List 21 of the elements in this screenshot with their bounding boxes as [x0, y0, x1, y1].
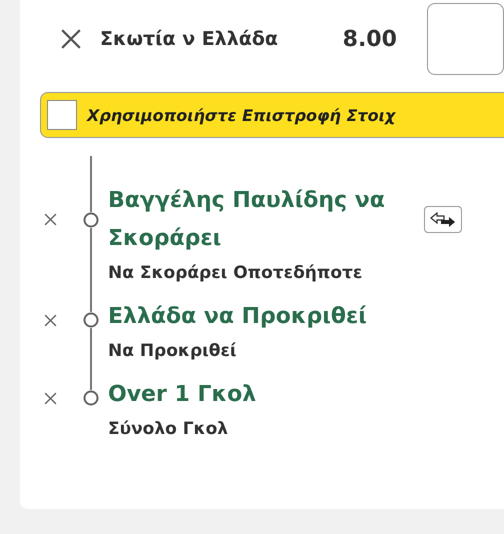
- odds-value: 8.00: [342, 26, 398, 52]
- node-circle-icon: [83, 390, 99, 406]
- remove-button[interactable]: [44, 213, 57, 226]
- remove-button[interactable]: [44, 392, 57, 405]
- node-circle-icon: [83, 312, 99, 328]
- node-circle-icon: [83, 212, 99, 228]
- close-icon: [60, 28, 82, 50]
- close-button[interactable]: [60, 28, 82, 50]
- bet-return-option[interactable]: Χρησιμοποιήστε Επιστροφή Στοιχ: [40, 92, 504, 138]
- bet-return-label: Χρησιμοποιήστε Επιστροφή Στοιχ: [87, 106, 396, 124]
- market-name: Να Σκοράρει Οποτεδήποτε: [108, 262, 364, 285]
- event-title: Σκωτία ν Ελλάδα: [100, 28, 279, 50]
- selection-title: Over 1 Γκολ: [108, 381, 258, 409]
- selection-title: Ελλάδα να Προκριθεί: [108, 303, 368, 331]
- market-name: Να Προκριθεί: [108, 340, 238, 363]
- stake-field[interactable]: [427, 3, 504, 75]
- market-name: Σύνολο Γκολ: [108, 418, 230, 441]
- selection-title: Βαγγέλης Παυλίδης να Σκοράρει: [108, 187, 386, 253]
- remove-button[interactable]: [44, 314, 57, 327]
- checkbox[interactable]: [47, 100, 77, 130]
- swap-button[interactable]: [424, 206, 462, 233]
